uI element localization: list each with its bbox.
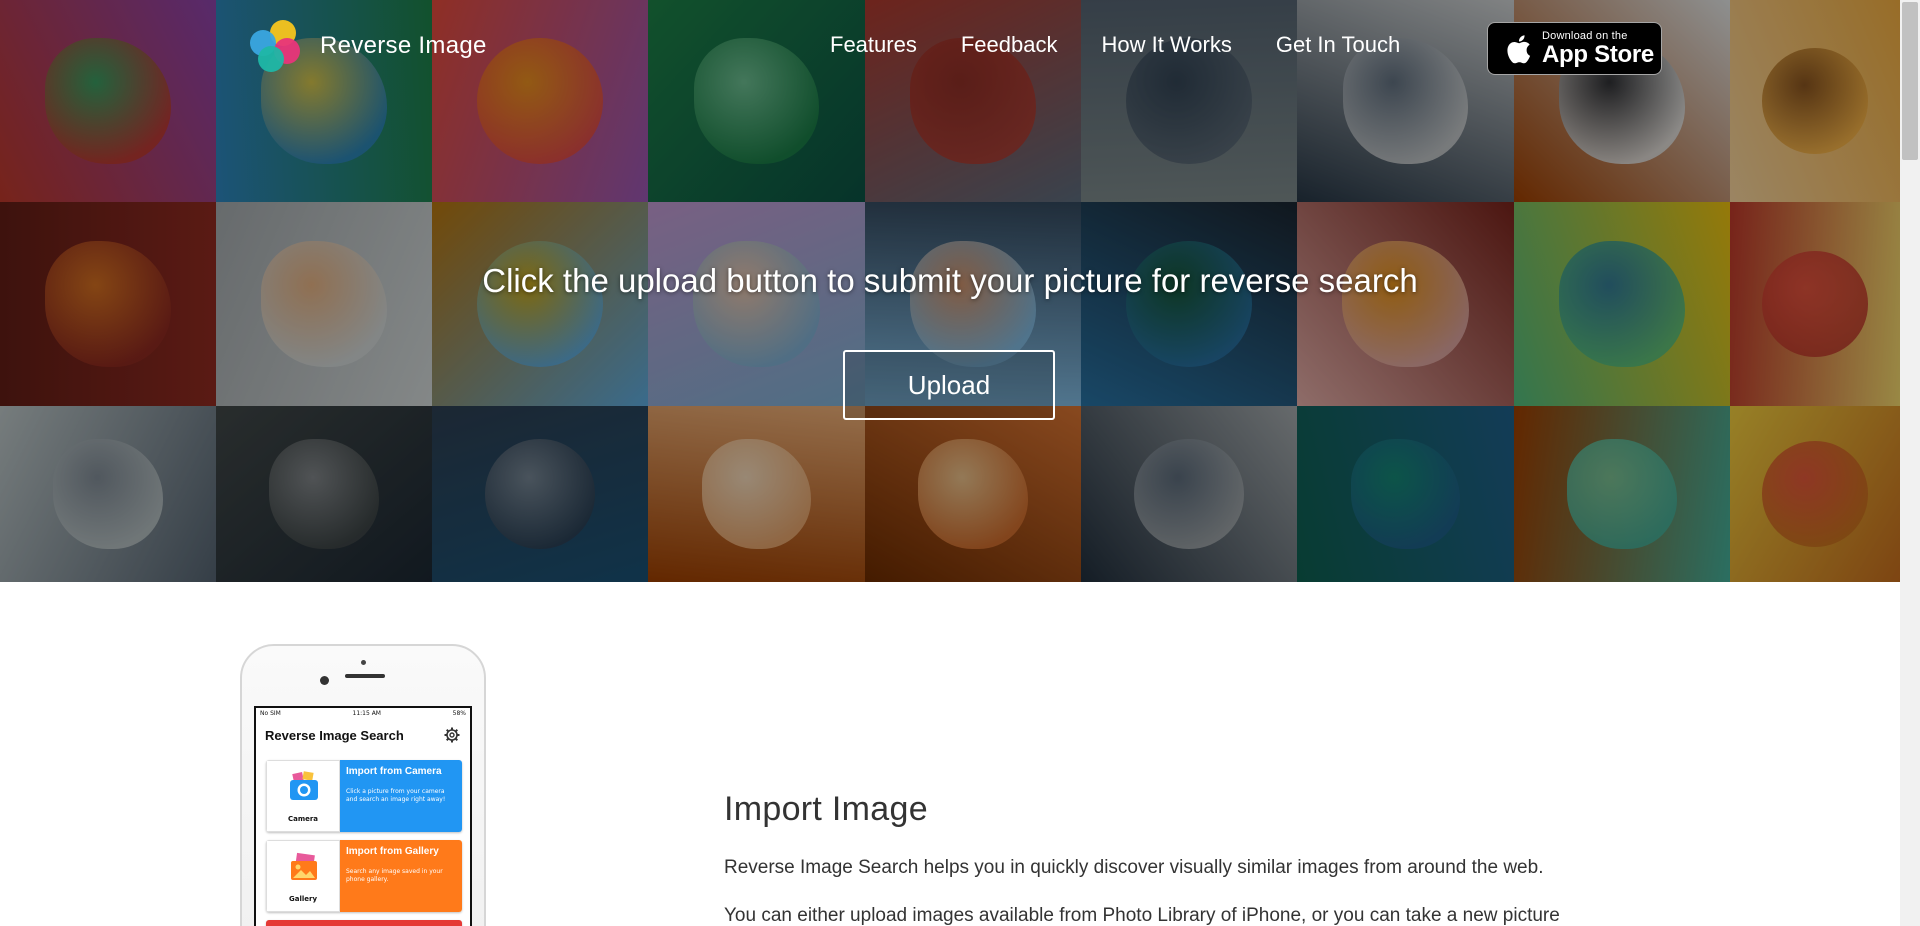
camera-card-desc: Click a picture from your camera and sea…: [346, 788, 446, 803]
status-carrier: No SIM: [260, 710, 281, 717]
status-bar: No SIM 11:15 AM 58%: [256, 708, 470, 720]
gallery-card-desc: Search any image saved in your phone gal…: [346, 868, 443, 883]
app-store-button[interactable]: Download on the App Store: [1487, 22, 1662, 75]
hero-title: Click the upload button to submit your p…: [482, 262, 1418, 299]
logo[interactable]: Reverse Image: [248, 18, 487, 74]
status-time: 11:15 AM: [352, 710, 381, 717]
third-card[interactable]: [266, 920, 462, 926]
phone-camera: [320, 676, 329, 685]
gallery-card-label: Gallery: [288, 895, 318, 903]
gallery-icon: [291, 852, 317, 880]
scrollbar[interactable]: [1900, 0, 1920, 926]
phone-sensor: [361, 660, 366, 665]
camera-card[interactable]: Camera Import from Camera Click a pictur…: [266, 760, 462, 832]
hero-section: Reverse Image Features Feedback How It W…: [0, 0, 1900, 582]
scrollbar-thumb[interactable]: [1902, 2, 1918, 160]
gallery-card[interactable]: Gallery Import from Gallery Search any i…: [266, 840, 462, 912]
phone-screen: No SIM 11:15 AM 58% Reverse Image Search: [254, 706, 472, 926]
app-title: Reverse Image Search: [265, 728, 404, 743]
section-title: Import Image: [724, 790, 928, 828]
camera-card-title: Import from Camera: [346, 766, 442, 777]
section-paragraph-2: You can either upload images available f…: [724, 905, 1560, 926]
section-paragraph-1: Reverse Image Search helps you in quickl…: [724, 857, 1544, 878]
phone-mockup: No SIM 11:15 AM 58% Reverse Image Search: [240, 644, 486, 926]
status-battery: 58%: [452, 710, 466, 717]
camera-card-label: Camera: [287, 815, 319, 823]
appstore-small-text: Download on the: [1542, 29, 1628, 42]
gear-icon: [444, 727, 460, 743]
nav-link-how-it-works[interactable]: How It Works: [1101, 32, 1231, 58]
camera-icon: [290, 771, 318, 800]
nav-links: Features Feedback How It Works Get In To…: [830, 32, 1444, 58]
upload-button[interactable]: Upload: [843, 350, 1055, 420]
apple-icon: [1507, 34, 1531, 63]
nav-link-features[interactable]: Features: [830, 32, 917, 58]
logo-icon: [248, 18, 306, 74]
content-section: No SIM 11:15 AM 58% Reverse Image Search: [0, 582, 1900, 926]
nav-link-get-in-touch[interactable]: Get In Touch: [1276, 32, 1400, 58]
top-nav: Reverse Image Features Feedback How It W…: [0, 0, 1900, 100]
gallery-card-title: Import from Gallery: [346, 846, 439, 857]
phone-speaker: [345, 674, 385, 678]
brand-name: Reverse Image: [320, 32, 487, 59]
appstore-big-text: App Store: [1542, 40, 1654, 68]
nav-link-feedback[interactable]: Feedback: [961, 32, 1058, 58]
